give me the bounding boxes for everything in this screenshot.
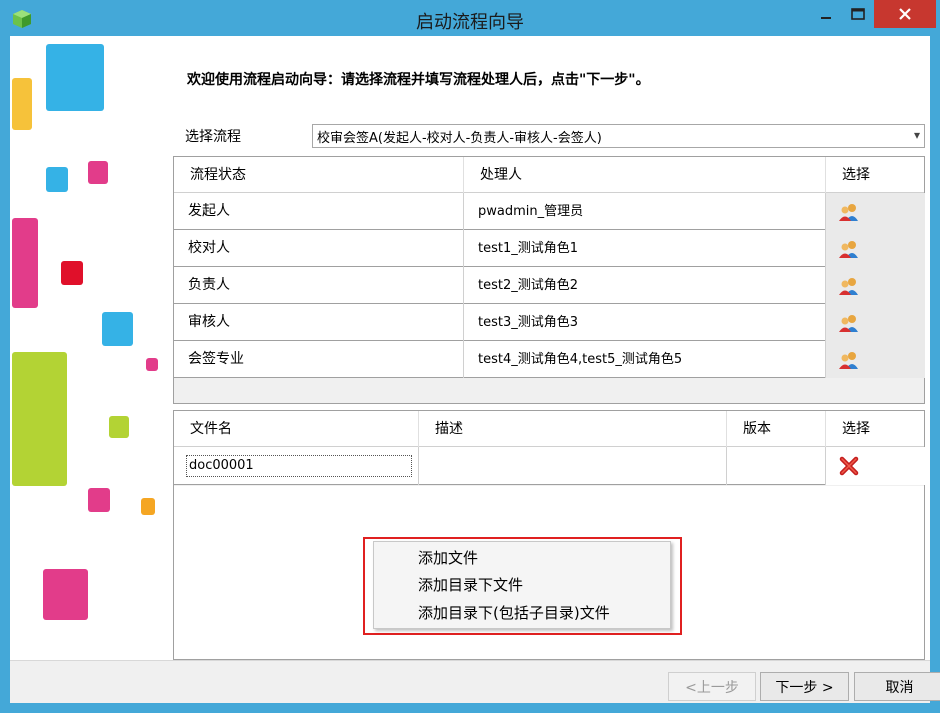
- select-user-button[interactable]: [826, 193, 925, 230]
- wizard-window: 启动流程向导 欢迎使用流程启动向导：请选择流程并填写流程处理人后，点击"下一步"…: [0, 0, 940, 713]
- next-button[interactable]: 下一步 >: [760, 672, 849, 701]
- table-row[interactable]: 审核人 test3_测试角色3: [174, 304, 925, 341]
- select-user-icon: [839, 314, 858, 332]
- decorative-side-panel: [10, 36, 167, 660]
- decor-block: [46, 44, 104, 111]
- welcome-text: 欢迎使用流程启动向导：请选择流程并填写流程处理人后，点击"下一步"。: [187, 72, 650, 88]
- column-header-status[interactable]: 流程状态: [174, 157, 464, 193]
- chevron-down-icon[interactable]: ▾: [914, 128, 920, 142]
- minimize-icon: [821, 17, 831, 19]
- menu-item-add-file[interactable]: 添加文件: [418, 547, 478, 568]
- decor-block: [146, 358, 158, 371]
- process-select-label: 选择流程: [185, 129, 241, 145]
- select-user-button[interactable]: [826, 304, 925, 341]
- decor-block: [12, 352, 67, 486]
- context-menu: 添加文件 添加目录下文件 添加目录下(包括子目录)文件: [373, 541, 671, 629]
- decor-block: [109, 416, 129, 438]
- handlers-table-header: 流程状态 处理人 选择: [174, 157, 924, 193]
- decor-block: [141, 498, 155, 515]
- wizard-footer: <上一步 下一步 > 取消: [10, 660, 940, 703]
- column-header-description[interactable]: 描述: [419, 411, 727, 447]
- table-row[interactable]: 会签专业 test4_测试角色4,test5_测试角色5: [174, 341, 925, 378]
- window-title: 启动流程向导: [416, 12, 524, 33]
- column-header-handler[interactable]: 处理人: [464, 157, 826, 193]
- files-table-header: 文件名 描述 版本 选择: [174, 411, 924, 447]
- column-header-select[interactable]: 选择: [826, 411, 926, 447]
- title-bar[interactable]: 启动流程向导: [0, 0, 940, 36]
- handler-cell[interactable]: test2_测试角色2: [464, 267, 826, 304]
- status-cell: 会签专业: [174, 341, 464, 378]
- close-button[interactable]: [874, 0, 936, 28]
- decor-block: [12, 78, 32, 130]
- table-row[interactable]: 负责人 test2_测试角色2: [174, 267, 925, 304]
- decor-block: [61, 261, 83, 285]
- select-user-icon: [839, 351, 858, 369]
- select-user-button[interactable]: [826, 230, 925, 267]
- table-row[interactable]: 发起人 pwadmin_管理员: [174, 193, 925, 230]
- maximize-button[interactable]: [844, 0, 872, 28]
- handlers-table: 流程状态 处理人 选择 发起人 pwadmin_管理员 校对人 test1_测试…: [173, 156, 925, 404]
- handler-cell[interactable]: test3_测试角色3: [464, 304, 826, 341]
- delete-icon: [839, 456, 859, 476]
- decor-block: [12, 218, 38, 308]
- column-header-filename[interactable]: 文件名: [174, 411, 419, 447]
- select-user-icon: [839, 240, 858, 258]
- handler-cell[interactable]: test4_测试角色4,test5_测试角色5: [464, 341, 826, 378]
- version-cell[interactable]: [727, 447, 826, 485]
- handler-cell[interactable]: test1_测试角色1: [464, 230, 826, 267]
- filename-cell[interactable]: doc00001: [174, 447, 419, 485]
- maximize-icon: [851, 8, 865, 20]
- decor-block: [88, 161, 108, 184]
- close-icon: [899, 8, 911, 20]
- process-select-value: 校审会签A(发起人-校对人-负责人-审核人-会签人): [317, 131, 602, 146]
- select-user-icon: [839, 203, 858, 221]
- minimize-button[interactable]: [808, 0, 844, 28]
- description-cell[interactable]: [419, 447, 727, 485]
- table-row[interactable]: 校对人 test1_测试角色1: [174, 230, 925, 267]
- column-header-version[interactable]: 版本: [727, 411, 826, 447]
- status-cell: 校对人: [174, 230, 464, 267]
- select-user-button[interactable]: [826, 267, 925, 304]
- delete-file-button[interactable]: [826, 447, 925, 485]
- menu-item-add-folder-files-recursive[interactable]: 添加目录下(包括子目录)文件: [418, 602, 610, 623]
- table-row[interactable]: doc00001: [174, 447, 925, 485]
- cancel-button[interactable]: 取消: [854, 672, 940, 701]
- decor-block: [46, 167, 68, 192]
- select-user-icon: [839, 277, 858, 295]
- decor-block: [43, 569, 88, 620]
- status-cell: 审核人: [174, 304, 464, 341]
- menu-item-add-folder-files[interactable]: 添加目录下文件: [418, 574, 523, 595]
- process-select[interactable]: 校审会签A(发起人-校对人-负责人-审核人-会签人) ▾: [312, 124, 925, 148]
- handler-cell[interactable]: pwadmin_管理员: [464, 193, 826, 230]
- select-user-button[interactable]: [826, 341, 925, 378]
- status-cell: 发起人: [174, 193, 464, 230]
- status-cell: 负责人: [174, 267, 464, 304]
- prev-button[interactable]: <上一步: [668, 672, 756, 701]
- decor-block: [88, 488, 110, 512]
- decor-block: [102, 312, 133, 346]
- column-header-select[interactable]: 选择: [826, 157, 926, 193]
- filename-input[interactable]: doc00001: [186, 455, 412, 477]
